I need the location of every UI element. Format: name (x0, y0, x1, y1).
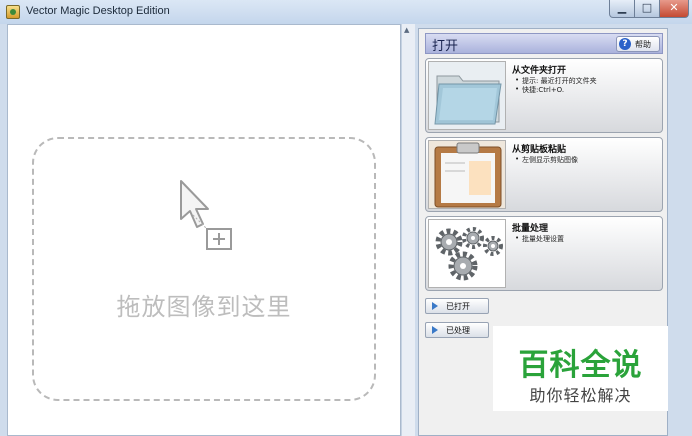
scroll-up-icon[interactable]: ▲ (404, 26, 409, 34)
card-title: 批量处理 (512, 224, 549, 234)
opened-label: 已打开 (446, 302, 470, 311)
image-canvas[interactable]: 拖放图像到这里 (7, 24, 401, 436)
title-bar[interactable]: Vector Magic Desktop Edition ▁ □ ✕ (0, 0, 692, 24)
drop-hint-text: 拖放图像到这里 (116, 293, 292, 321)
close-button[interactable]: ✕ (659, 0, 689, 18)
panel-title: 打开 (432, 39, 459, 54)
card-line: 快捷:Ctrl+O. (515, 85, 564, 95)
processed-list-button[interactable]: 已处理 (425, 322, 489, 338)
card-title: 从剪贴板粘贴 (512, 145, 567, 155)
canvas-scrollbar[interactable]: ▲ (401, 24, 415, 436)
card-title: 从文件夹打开 (512, 66, 567, 76)
help-button[interactable]: ? 帮助 (616, 36, 660, 52)
paste-from-clipboard-card[interactable]: 从剪贴板粘贴 左侧显示剪贴图像 (425, 137, 663, 212)
help-label: 帮助 (635, 40, 651, 49)
help-icon: ? (619, 38, 631, 50)
app-logo-icon (6, 5, 20, 19)
opened-list-button[interactable]: 已打开 (425, 298, 489, 314)
drag-drop-icon (180, 180, 232, 250)
folder-icon (428, 61, 506, 130)
batch-process-card[interactable]: 批量处理 批量处理设置 (425, 216, 663, 291)
expand-arrow-icon (432, 302, 438, 310)
minimize-button[interactable]: ▁ (609, 0, 635, 18)
panel-header: 打开 ? 帮助 (425, 33, 663, 54)
card-line: 左侧显示剪贴图像 (515, 155, 578, 165)
watermark-title: 百科全说 (518, 348, 643, 383)
window-title: Vector Magic Desktop Edition (26, 5, 170, 17)
maximize-button[interactable]: □ (634, 0, 660, 18)
open-from-folder-card[interactable]: 从文件夹打开 提示: 最近打开的文件夹 快捷:Ctrl+O. (425, 58, 663, 133)
app-window: Vector Magic Desktop Edition ▁ □ ✕ 拖放图像到… (0, 0, 692, 436)
clipboard-icon (428, 140, 506, 209)
watermark: 百科全说 助你轻松解决 (493, 326, 668, 411)
watermark-subtitle: 助你轻松解决 (529, 386, 632, 405)
gears-icon (428, 219, 506, 288)
expand-arrow-icon (432, 326, 438, 334)
processed-label: 已处理 (446, 326, 470, 335)
drop-zone[interactable]: 拖放图像到这里 (32, 137, 376, 401)
card-line: 批量处理设置 (515, 234, 564, 244)
